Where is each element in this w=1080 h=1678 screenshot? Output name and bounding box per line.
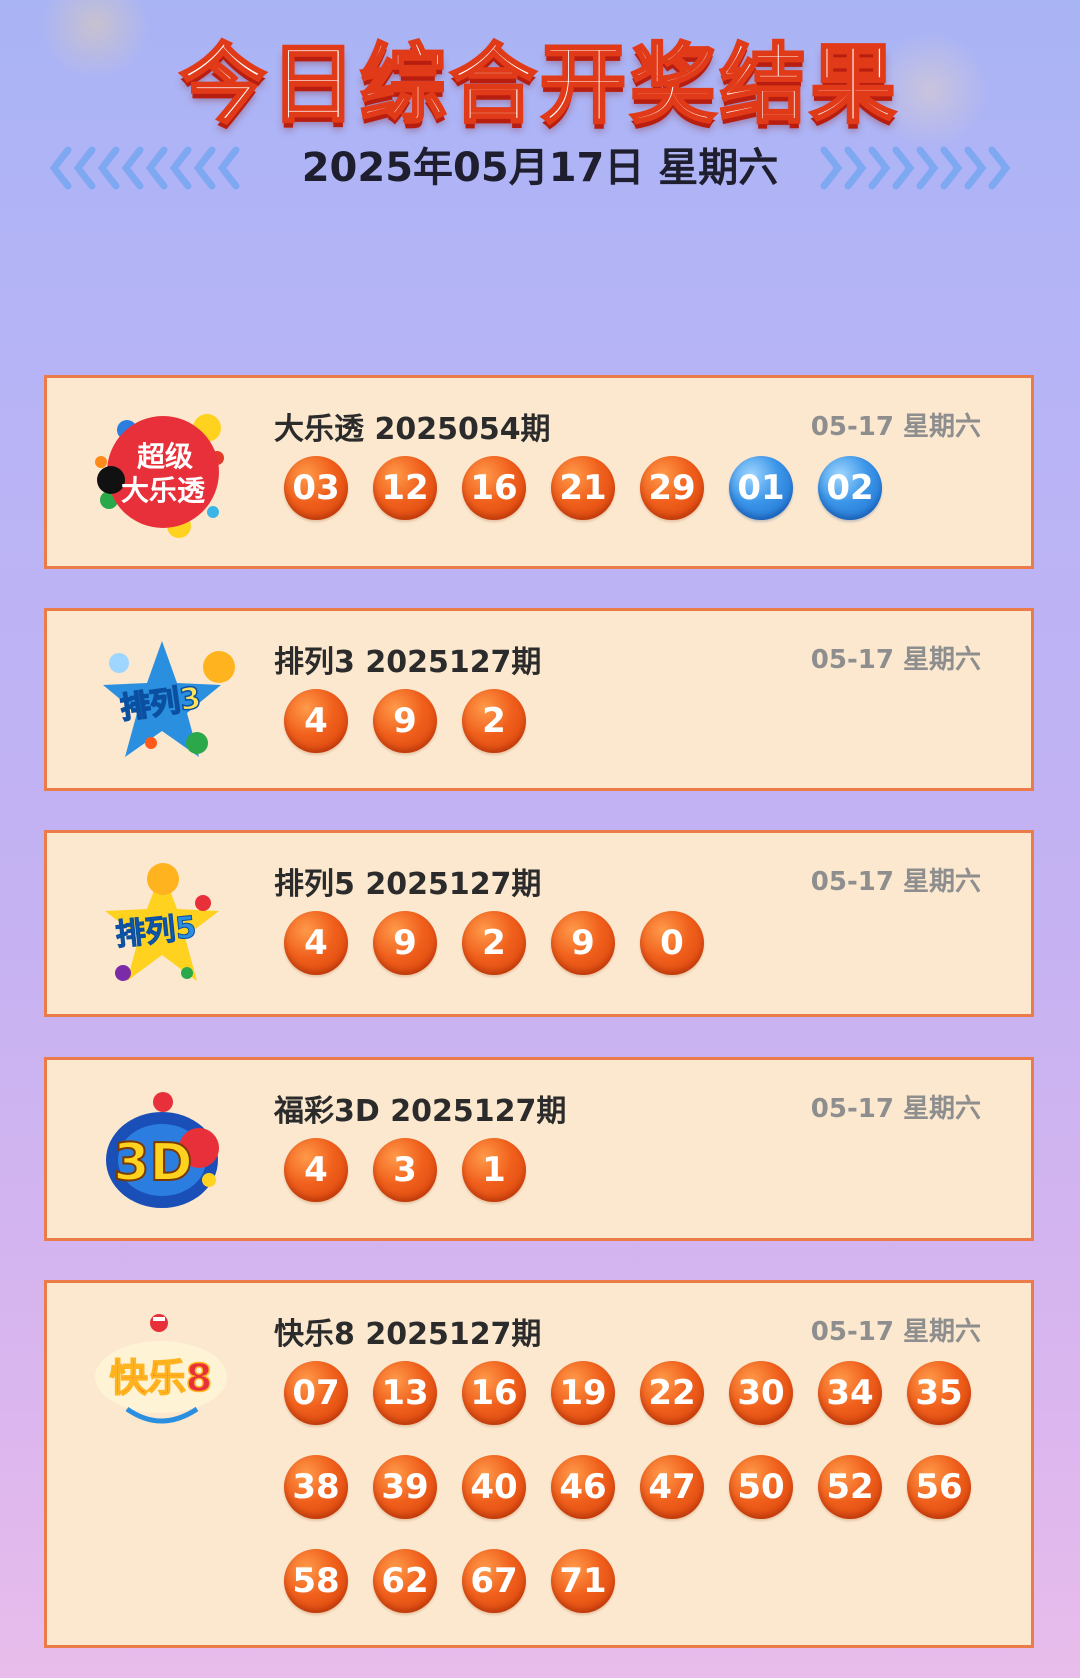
red-ball: 16 xyxy=(462,1361,526,1425)
red-ball: 46 xyxy=(551,1455,615,1519)
red-ball: 0 xyxy=(640,911,704,975)
lottery-card-kuaile8[interactable]: 快乐8 快乐8 2025127期 05-17 星期六 07 13 16 19 22 30 3… xyxy=(44,1280,1034,1648)
red-ball: 22 xyxy=(640,1361,704,1425)
card-title: 大乐透 2025054期 xyxy=(274,412,551,447)
red-ball: 4 xyxy=(284,911,348,975)
pailie3-logo-icon: 排列3 xyxy=(103,641,235,757)
red-ball: 9 xyxy=(551,911,615,975)
blue-ball: 02 xyxy=(818,456,882,520)
card-date: 05-17 星期六 xyxy=(810,1094,981,1124)
card-title: 福彩3D 2025127期 xyxy=(274,1094,567,1129)
red-ball: 67 xyxy=(462,1549,526,1613)
kuaile8-logo-text: 快乐8 xyxy=(110,1356,212,1400)
page-title: 今日综合开奖结果 xyxy=(179,34,900,137)
card-date: 05-17 星期六 xyxy=(810,1317,981,1347)
lottery-card-fucai3d[interactable]: 3D 福彩3D 2025127期 05-17 星期六 431 xyxy=(44,1057,1034,1241)
red-ball: 19 xyxy=(551,1361,615,1425)
red-ball: 35 xyxy=(907,1361,971,1425)
fucai3d-logo-icon: 3D xyxy=(106,1092,219,1208)
red-ball: 30 xyxy=(729,1361,793,1425)
card-date: 05-17 星期六 xyxy=(810,645,981,675)
red-ball: 62 xyxy=(373,1549,437,1613)
red-ball: 2 xyxy=(462,689,526,753)
daletou-logo-text: 大乐透 xyxy=(121,474,206,507)
lottery-card-pailie5[interactable]: 排列5 排列5 2025127期 05-17 星期六 49290 xyxy=(44,830,1034,1017)
red-ball: 3 xyxy=(373,1138,437,1202)
red-ball: 21 xyxy=(551,456,615,520)
red-ball: 12 xyxy=(373,456,437,520)
red-ball: 9 xyxy=(373,911,437,975)
red-ball: 71 xyxy=(551,1549,615,1613)
red-ball: 2 xyxy=(462,911,526,975)
card-title: 排列5 2025127期 xyxy=(274,867,542,902)
red-ball: 34 xyxy=(818,1361,882,1425)
red-ball: 38 xyxy=(284,1455,348,1519)
red-ball: 52 xyxy=(818,1455,882,1519)
red-ball: 56 xyxy=(907,1455,971,1519)
red-ball: 4 xyxy=(284,1138,348,1202)
red-ball: 07 xyxy=(284,1361,348,1425)
red-ball: 13 xyxy=(373,1361,437,1425)
red-ball: 4 xyxy=(284,689,348,753)
red-ball: 58 xyxy=(284,1549,348,1613)
kuaile8-logo-icon: 快乐8 xyxy=(95,1314,227,1424)
red-ball: 1 xyxy=(462,1138,526,1202)
pailie5-logo-icon: 排列5 xyxy=(105,863,219,981)
card-date: 05-17 星期六 xyxy=(810,412,981,442)
blue-ball: 01 xyxy=(729,456,793,520)
card-title: 排列3 2025127期 xyxy=(274,645,542,680)
chevrons-right-icon xyxy=(820,146,1012,190)
red-ball: 03 xyxy=(284,456,348,520)
daletou-logo-text: 超级 xyxy=(137,440,193,473)
fucai3d-logo-text: 3D xyxy=(113,1133,192,1193)
lottery-card-pailie3[interactable]: 排列3 排列3 2025127期 05-17 星期六 492 xyxy=(44,608,1034,791)
red-ball: 9 xyxy=(373,689,437,753)
red-ball: 39 xyxy=(373,1455,437,1519)
red-ball: 40 xyxy=(462,1455,526,1519)
card-date: 05-17 星期六 xyxy=(810,867,981,897)
red-ball: 29 xyxy=(640,456,704,520)
date-row: 2025年05月17日 星期六 xyxy=(0,138,1080,198)
daletou-logo-icon: 超级 大乐透 xyxy=(95,414,224,538)
red-ball: 47 xyxy=(640,1455,704,1519)
red-ball: 16 xyxy=(462,456,526,520)
red-ball: 50 xyxy=(729,1455,793,1519)
card-title: 快乐8 2025127期 xyxy=(274,1317,542,1352)
lottery-card-daletou[interactable]: 超级 大乐透 大乐透 2025054期 05-17 星期六 03 12 16 21 29… xyxy=(44,375,1034,569)
